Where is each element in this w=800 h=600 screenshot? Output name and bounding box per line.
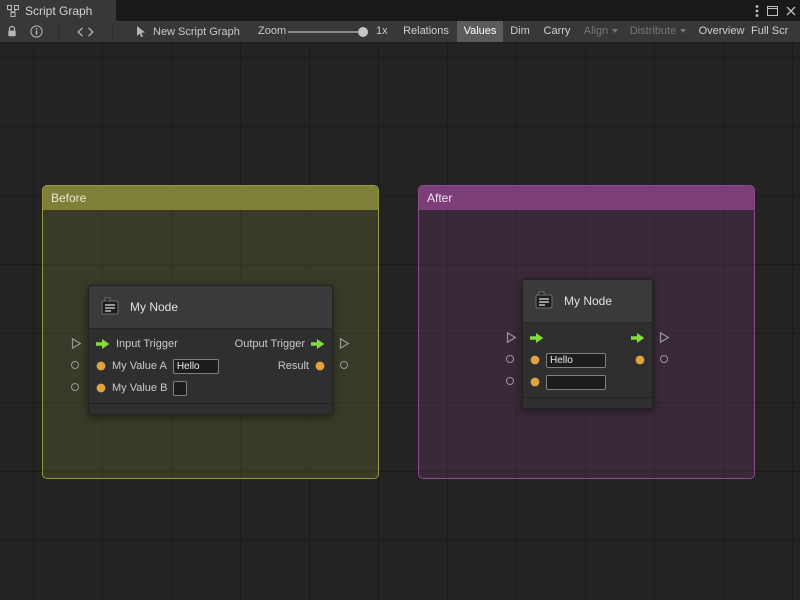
node-before-body: Input Trigger Output Trigger My Value A [89,329,332,403]
script-graph-window: Script Graph [0,0,800,600]
toolbar-separator [112,25,113,39]
fullscreen-button[interactable]: Full Scr [751,21,800,42]
relations-button[interactable]: Relations [397,21,455,42]
carry-button[interactable]: Carry [537,21,577,42]
kebab-menu-icon[interactable] [755,4,759,18]
value-port-icon[interactable] [530,377,540,387]
graph-pointer-icon [134,25,146,38]
node-before-header[interactable]: My Node [89,286,332,329]
script-graph-icon [7,5,19,17]
port-row [523,349,652,371]
dim-button[interactable]: Dim [505,21,535,42]
after-value-b-field[interactable] [546,375,606,390]
code-icon[interactable] [77,27,94,37]
port-row [523,327,652,349]
my-value-b-field[interactable] [173,381,187,396]
after-value-a-field[interactable] [546,353,606,368]
port-row: Input Trigger Output Trigger [89,333,332,355]
trigger-port-icon[interactable] [631,332,645,344]
maximize-icon[interactable] [767,6,778,16]
zoom-label: Zoom [258,25,286,37]
unconnected-value-port-icon[interactable] [660,355,668,363]
node-my-node-after[interactable]: My Node [522,279,653,409]
unconnected-value-port-icon[interactable] [340,361,348,369]
unconnected-value-port-icon[interactable] [506,377,514,385]
tab-label: Script Graph [25,4,92,18]
distribute-dropdown[interactable]: Distribute [625,21,691,42]
tab-script-graph[interactable]: Script Graph [0,0,116,21]
node-before-title: My Node [130,300,178,314]
group-before-header[interactable]: Before [43,186,378,210]
value-port-icon[interactable] [635,355,645,365]
value-port-icon[interactable] [315,361,325,371]
graph-breadcrumb[interactable]: New Script Graph [134,25,240,38]
chevron-down-icon [680,29,686,33]
graph-name-label: New Script Graph [153,26,240,38]
port-row: My Value B [89,377,332,399]
node-after-header[interactable]: My Node [523,280,652,323]
port-row [523,371,652,393]
trigger-port-icon[interactable] [311,338,325,350]
my-node-icon [99,296,121,318]
chevron-down-icon [612,29,618,33]
group-after-header[interactable]: After [419,186,754,210]
node-footer [523,397,652,408]
port-row: My Value A Result [89,355,332,377]
lock-icon[interactable] [6,25,18,38]
my-value-b-label: My Value B [112,382,167,394]
zoom-slider-knob[interactable] [358,27,368,37]
zoom-slider[interactable] [288,31,368,33]
node-after-title: My Node [564,294,612,308]
unconnected-value-port-icon[interactable] [71,383,79,391]
group-after-title: After [427,191,452,205]
unconnected-trigger-port-icon[interactable] [506,331,517,344]
close-icon[interactable] [786,6,796,16]
align-label: Align [584,25,608,37]
unconnected-value-port-icon[interactable] [506,355,514,363]
unconnected-trigger-port-icon[interactable] [339,337,350,350]
trigger-port-icon[interactable] [530,332,544,344]
input-trigger-label: Input Trigger [116,338,178,350]
toolbar-separator [58,25,59,39]
output-trigger-label: Output Trigger [235,338,305,350]
value-port-icon[interactable] [96,383,106,393]
value-port-icon[interactable] [530,355,540,365]
node-after-body [523,323,652,397]
unconnected-trigger-port-icon[interactable] [659,331,670,344]
zoom-value: 1x [376,25,388,37]
graph-toolbar: New Script Graph Zoom 1x Relations Value… [0,21,800,43]
my-value-a-field[interactable] [173,359,219,374]
trigger-port-icon[interactable] [96,338,110,350]
overview-button[interactable]: Overview [694,21,749,42]
distribute-label: Distribute [630,25,676,37]
unconnected-value-port-icon[interactable] [71,361,79,369]
align-dropdown[interactable]: Align [579,21,623,42]
value-port-icon[interactable] [96,361,106,371]
unconnected-trigger-port-icon[interactable] [71,337,82,350]
info-icon[interactable] [30,25,43,38]
window-tabbar: Script Graph [0,0,800,21]
my-node-icon [533,290,555,312]
group-before-title: Before [51,191,86,205]
result-label: Result [278,360,309,372]
my-value-a-label: My Value A [112,360,167,372]
node-footer [89,403,332,414]
values-button[interactable]: Values [457,21,503,42]
node-my-node-before[interactable]: My Node Input Trigger Output Trigger [88,285,333,415]
